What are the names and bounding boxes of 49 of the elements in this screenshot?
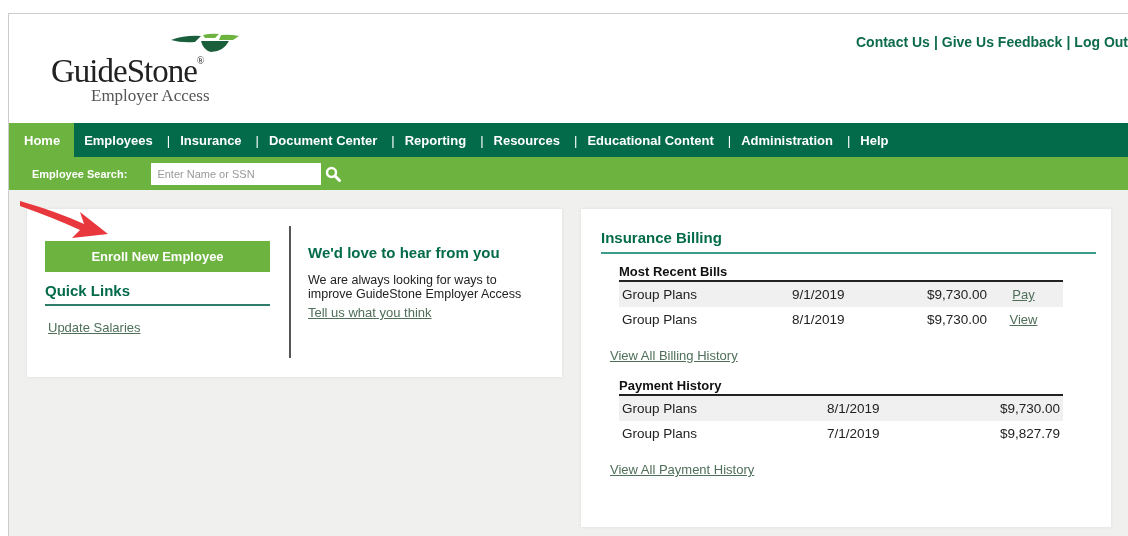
table-cell-text: 8/1/2019 — [827, 401, 881, 416]
table-cell-text: Group Plans — [622, 287, 699, 302]
nav-separator: | — [727, 131, 732, 150]
table-cell-text: 7/1/2019 — [827, 426, 881, 441]
logo-subtitle: Employer Access — [91, 88, 210, 104]
feedback-text: We are always looking for ways to improve GuideStone Employer Access — [308, 273, 523, 301]
arrow-icon — [18, 198, 110, 240]
section-title: Quick Links — [45, 272, 270, 306]
nav-separator: | — [846, 131, 851, 150]
nav-separator: | — [574, 131, 578, 150]
nav-tab[interactable]: Educational Content — [577, 123, 728, 157]
nav-tab[interactable]: Employees — [74, 123, 167, 157]
nav-tab[interactable]: Insurance — [170, 123, 256, 157]
logo-name: GuideStone® — [51, 54, 204, 88]
leaf-logo-icon — [171, 32, 239, 54]
top-link[interactable]: Contact Us — [855, 34, 930, 50]
nav-tab[interactable]: Administration — [731, 123, 847, 157]
table-cell-text: $9,730.00 — [925, 312, 987, 327]
nav-separator: | — [166, 131, 171, 150]
table-cell-text: 9/1/2019 — [792, 287, 846, 302]
section-title: We'd love to hear from you — [308, 244, 501, 261]
top-link[interactable]: Give Us Feedback — [941, 34, 1063, 50]
table-cell-text: Group Plans — [622, 312, 699, 327]
nav-separator: | — [391, 131, 395, 150]
nav-tab[interactable]: Reporting — [394, 123, 481, 157]
table-cell-text: $9,827.79 — [998, 426, 1060, 441]
table-cell-text: Group Plans — [622, 401, 699, 416]
history-link[interactable]: View All Billing History — [610, 348, 738, 363]
search-icon[interactable] — [325, 165, 342, 182]
nav-tab[interactable]: Document Center — [259, 123, 392, 157]
top-link[interactable]: Log Out — [1074, 34, 1128, 50]
search-label: Employee Search: — [32, 167, 128, 180]
link-separator: | — [933, 34, 938, 50]
feedback-link[interactable]: Tell us what you think — [308, 305, 432, 320]
link-separator: | — [1066, 34, 1071, 50]
table-cell-text: $9,730.00 — [998, 401, 1060, 416]
nav-tab[interactable]: Resources — [483, 123, 574, 157]
section-title: Insurance Billing — [601, 229, 1096, 254]
nav-separator: | — [480, 131, 484, 150]
quick-link[interactable]: Update Salaries — [48, 320, 141, 335]
nav-separator: | — [255, 131, 259, 150]
history-link[interactable]: View All Payment History — [610, 462, 755, 477]
row-link[interactable]: View — [1009, 312, 1038, 327]
search-field[interactable]: Enter Name or SSN — [151, 162, 322, 185]
row-link[interactable]: Pay — [1012, 287, 1035, 302]
table-cell-text: Group Plans — [622, 426, 699, 441]
table-cell-text: 8/1/2019 — [792, 312, 846, 327]
table-cell-text: $9,730.00 — [925, 287, 987, 302]
nav-tab[interactable]: Help — [850, 123, 903, 157]
